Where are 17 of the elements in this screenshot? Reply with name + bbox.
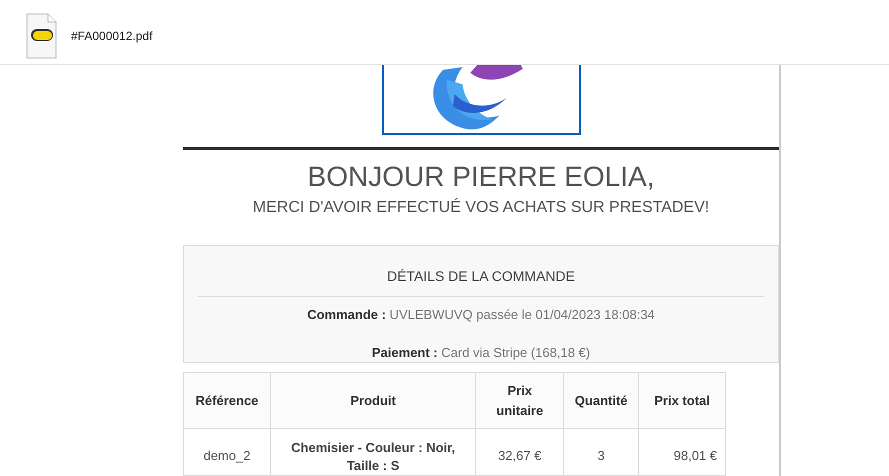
table-cell: demo_2	[184, 428, 270, 476]
column-header: Prix total	[638, 372, 726, 428]
order-info-line: Commande : UVLEBWUVQ passée le 01/04/2023 18:08:34	[306, 306, 656, 324]
greeting-subtitle: MERCI D'AVOIR EFFECTUÉ VOS ACHATS SUR PRESTADEV!	[252, 197, 710, 218]
column-header: Référence	[184, 372, 270, 428]
file-name[interactable]: #FA000012.pdf	[71, 27, 152, 45]
table-cell: 3	[564, 428, 639, 476]
greeting-title: BONJOUR PIERRE EOLIA,	[306, 160, 656, 194]
order-details-heading: DÉTAILS DE LA COMMANDE	[198, 266, 764, 297]
order-info-line: Paiement : Card via Stripe (168,18 €)	[370, 344, 592, 362]
column-header: Quantité	[564, 372, 639, 428]
column-header: Prix unitaire	[476, 372, 564, 428]
column-header: Produit	[270, 372, 476, 428]
table-cell: 32,67 €	[476, 428, 564, 476]
table-cell: 98,01 €	[638, 428, 726, 476]
table-cell: Chemisier - Couleur : Noir, Taille : S	[270, 428, 476, 476]
pdf-file-icon[interactable]	[26, 13, 57, 59]
